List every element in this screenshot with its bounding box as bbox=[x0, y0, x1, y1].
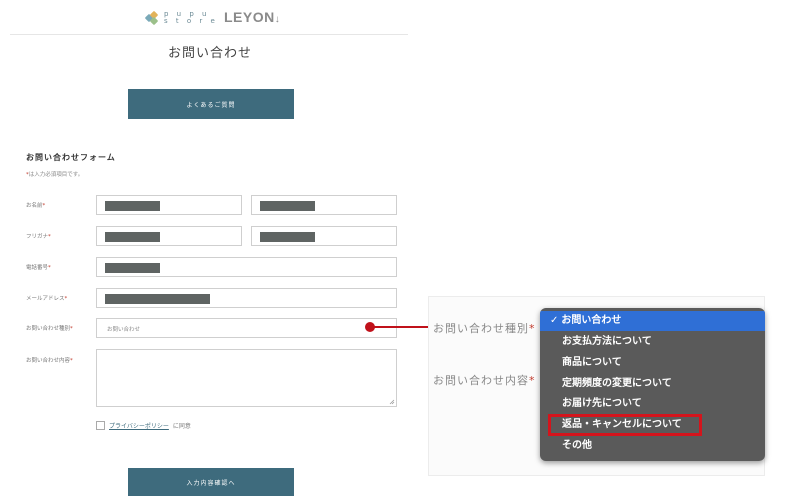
return-cancel-highlight bbox=[548, 414, 702, 436]
faq-button[interactable]: よくあるご質問 bbox=[128, 89, 294, 119]
header-divider bbox=[10, 34, 408, 35]
last-name-kana-input[interactable] bbox=[96, 226, 242, 246]
name-label: お名前* bbox=[26, 203, 46, 209]
redacted-value bbox=[260, 201, 315, 211]
form-title: お問い合わせフォーム bbox=[26, 153, 116, 162]
email-input[interactable] bbox=[96, 288, 397, 308]
dropdown-option-frequency-change[interactable]: 定期頻度の変更について bbox=[540, 374, 765, 394]
first-name-kana-input[interactable] bbox=[251, 226, 397, 246]
page-title: お問い合わせ bbox=[167, 46, 252, 61]
inquiry-type-value: お問い合わせ bbox=[107, 327, 141, 333]
leyon-logo-text: LEYON bbox=[224, 9, 275, 25]
first-name-input[interactable] bbox=[251, 195, 397, 215]
leyon-arrow-icon: ↓ bbox=[274, 14, 281, 25]
redacted-value bbox=[105, 232, 160, 242]
inquiry-type-select[interactable]: お問い合わせ bbox=[96, 318, 397, 338]
dropdown-option-product[interactable]: 商品について bbox=[540, 353, 765, 373]
pupu-store-logo[interactable]: p u p u s t o r e bbox=[144, 8, 218, 28]
dropdown-option-other[interactable]: その他 bbox=[540, 436, 765, 456]
dropdown-option-delivery-address[interactable]: お届け先について bbox=[540, 394, 765, 414]
zoom-inquiry-content-label: お問い合わせ内容* bbox=[433, 374, 536, 387]
dropdown-option-inquiry[interactable]: ✓ お問い合わせ bbox=[540, 311, 765, 331]
phone-label: 電話番号* bbox=[26, 265, 51, 271]
privacy-consent-text: に同意 bbox=[172, 423, 191, 430]
email-label: メールアドレス* bbox=[26, 296, 68, 302]
privacy-policy-link[interactable]: プライバシーポリシー bbox=[109, 421, 169, 430]
inquiry-content-textarea[interactable] bbox=[96, 349, 397, 407]
confirm-input-button[interactable]: 入力内容確認へ bbox=[128, 468, 294, 496]
furigana-label: フリガナ* bbox=[26, 234, 51, 240]
resize-handle-icon[interactable] bbox=[389, 399, 395, 405]
dropdown-option-payment[interactable]: お支払方法について bbox=[540, 332, 765, 352]
inquiry-type-dropdown-menu: ✓ お問い合わせ お支払方法について 商品について 定期頻度の変更について お届け… bbox=[540, 308, 765, 461]
callout-connector-line bbox=[370, 326, 428, 328]
inquiry-type-label: お問い合わせ種別* bbox=[26, 326, 73, 332]
redacted-value bbox=[105, 294, 210, 304]
leyon-logo[interactable]: LEYON↓ bbox=[224, 9, 280, 25]
privacy-checkbox[interactable] bbox=[96, 421, 105, 430]
checkmark-icon: ✓ bbox=[550, 315, 559, 326]
redacted-value bbox=[260, 232, 315, 242]
pupu-logo-mark-icon bbox=[144, 10, 159, 26]
callout-connector-dot bbox=[365, 322, 375, 332]
redacted-value bbox=[105, 263, 160, 273]
zoom-inquiry-type-label: お問い合わせ種別* bbox=[433, 322, 536, 335]
pupu-logo-text: p u p u s t o r e bbox=[164, 10, 218, 25]
redacted-value bbox=[105, 201, 160, 211]
phone-input[interactable] bbox=[96, 257, 397, 277]
required-note: *は入力必須項目です。 bbox=[26, 172, 84, 178]
last-name-input[interactable] bbox=[96, 195, 242, 215]
privacy-consent: プライバシーポリシー に同意 bbox=[96, 421, 191, 430]
inquiry-content-label: お問い合わせ内容* bbox=[26, 358, 73, 364]
